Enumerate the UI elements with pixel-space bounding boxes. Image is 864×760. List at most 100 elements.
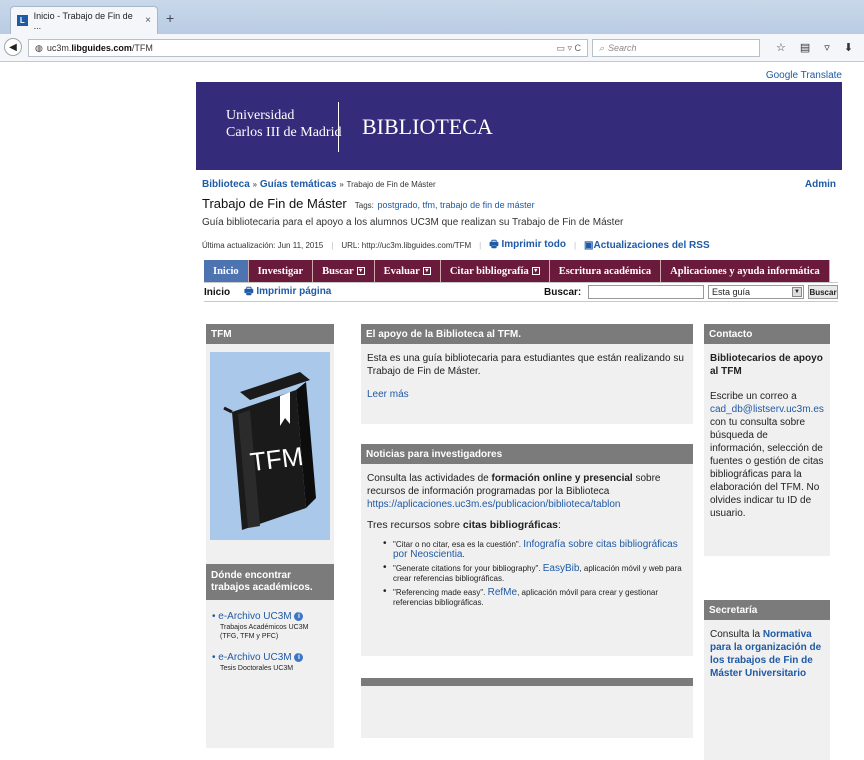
bookmark-star-icon[interactable]: ☆ [776, 41, 786, 54]
center-column: El apoyo de la Biblioteca al TFM. Esta e… [361, 324, 693, 748]
resource-link[interactable]: EasyBib [543, 563, 580, 574]
tablon-link[interactable]: https://aplicaciones.uc3m.es/publicacion… [367, 498, 687, 511]
guide-search-input[interactable] [588, 285, 704, 299]
earchivo-desc: Trabajos Académicos UC3M (TFG, TFM y PFC… [220, 624, 309, 640]
info-icon[interactable]: i [294, 652, 304, 662]
univ-line-2: Carlos III de Madrid [226, 125, 342, 140]
tab-inicio[interactable]: Inicio [204, 260, 249, 282]
univ-line-1: Universidad [226, 108, 295, 123]
tab-investigar[interactable]: Investigar [249, 260, 314, 282]
reading-list-icon[interactable]: ▤ [800, 41, 810, 54]
search-placeholder: Search [608, 43, 637, 53]
tags-links[interactable]: postgrado, tfm, trabajo de fin de máster [378, 200, 535, 210]
url-path: /TFM [131, 43, 153, 53]
resources-list: "Citar o no citar, esa es la cuestión". … [383, 539, 683, 608]
list-item: "Citar o no citar, esa es la cuestión". … [383, 539, 683, 560]
resource-text: "Generate citations for your bibliograph… [393, 564, 543, 573]
search-icon: ⌕ [599, 42, 605, 53]
tab-label: Buscar [322, 265, 354, 277]
contacto-box: Contacto Bibliotecarios de apoyo al TFM … [704, 324, 830, 556]
tab-buscar[interactable]: Buscar ▾ [313, 260, 375, 282]
list-item: • e-Archivo UC3M i Tesis Doctorales UC3M [212, 651, 328, 673]
apoyo-text: Esta es una guía bibliotecaria para estu… [367, 353, 684, 377]
chevron-down-icon: ▼ [792, 287, 802, 297]
apoyo-body: Esta es una guía bibliotecaria para estu… [361, 344, 693, 409]
dropdown-icon[interactable]: ▾ [422, 267, 431, 275]
breadcrumb: Biblioteca » Guías temáticas » Trabajo d… [202, 179, 436, 190]
print-all-label: Imprimir todo [501, 239, 566, 250]
tab-label: Citar bibliografía [449, 265, 529, 277]
contacto-header: Contacto [704, 324, 830, 344]
next-box [361, 678, 693, 738]
breadcrumb-sep: » [252, 180, 258, 189]
email-link[interactable]: cad_db@listserv.uc3m.es [710, 403, 824, 416]
breadcrumb-sep: » [339, 180, 344, 189]
guide-description: Guía bibliotecaria para el apoyo a los a… [202, 217, 624, 228]
url-tools[interactable]: ▭ ▿ C [556, 43, 581, 54]
download-icon[interactable]: ⬇ [844, 41, 853, 54]
university-name: Universidad Carlos III de Madrid [226, 107, 341, 141]
resource-text: "Citar o no citar, esa es la cuestión". [393, 540, 524, 549]
tab-aplicaciones[interactable]: Aplicaciones y ayuda informática [661, 260, 830, 282]
browser-tab[interactable]: L Inicio - Trabajo de Fin de ... × [10, 6, 158, 34]
apoyo-header: El apoyo de la Biblioteca al TFM. [361, 324, 693, 344]
print-page-link[interactable]: 🖶 Imprimir página [244, 284, 331, 301]
banner-title: BIBLIOTECA [362, 114, 493, 139]
print-all-link[interactable]: 🖶 Imprimir todo [489, 237, 566, 254]
contact-title: Bibliotecarios de apoyo al TFM [710, 353, 823, 377]
dropdown-icon[interactable]: ▾ [356, 267, 365, 275]
search-scope-select[interactable]: Esta guía ▼ [708, 285, 804, 299]
tab-label: Investigar [257, 265, 304, 277]
google-translate-link[interactable]: Google Translate [766, 70, 842, 81]
rss-link[interactable]: ▣Actualizaciones del RSS [584, 240, 710, 251]
tab-label: Inicio [213, 265, 239, 277]
book-label: TFM [248, 440, 305, 478]
resource-text: . [462, 550, 465, 559]
tres-bold: citas bibliográficas [462, 519, 559, 531]
list-item: "Referencing made easy". RefMe, aplicaci… [383, 587, 683, 608]
earchivo-label: e-Archivo UC3M [218, 611, 292, 622]
earchivo-link[interactable]: • e-Archivo UC3M [212, 611, 292, 622]
info-icon[interactable]: i [294, 611, 304, 621]
news-text: Consulta las actividades de formación on… [367, 472, 687, 498]
scope-value: Esta guía [712, 287, 751, 297]
url-prefix: uc3m. [46, 43, 72, 53]
tab-close-icon[interactable]: × [145, 15, 151, 26]
breadcrumb-biblioteca[interactable]: Biblioteca [202, 179, 250, 190]
tab-evaluar[interactable]: Evaluar ▾ [375, 260, 441, 282]
search-label: Buscar: [544, 286, 582, 298]
resource-link[interactable]: RefMe [488, 587, 517, 598]
search-button[interactable]: Buscar [808, 285, 838, 299]
guide-url: URL: http://uc3m.libguides.com/TFM [341, 241, 472, 250]
pocket-icon[interactable]: ▿ [824, 41, 830, 54]
contact-pre: Escribe un correo a [710, 391, 797, 402]
subbar-home: Inicio [204, 286, 231, 298]
tab-label: Escritura académica [558, 265, 652, 277]
earchivo-link[interactable]: • e-Archivo UC3M [212, 652, 292, 663]
left-column: TFM TFM Dónde encontrar trabajos académi… [206, 324, 334, 748]
back-button[interactable]: ◀ [4, 38, 22, 56]
breadcrumb-guias[interactable]: Guías temáticas [260, 179, 337, 190]
admin-link[interactable]: Admin [805, 179, 836, 190]
rss-label: Actualizaciones del RSS [593, 240, 710, 251]
url-bar[interactable]: ◍ uc3m.libguides.com/TFM ▭ ▿ C [28, 39, 588, 57]
guide-title-row: Trabajo de Fin de Máster Tags: postgrado,… [202, 196, 535, 211]
printer-icon: 🖶 [489, 239, 499, 250]
new-tab-button[interactable]: + [166, 10, 174, 26]
browser-search-input[interactable]: ⌕ Search [592, 39, 760, 57]
tres-post: : [558, 519, 561, 531]
tab-escritura[interactable]: Escritura académica [550, 260, 662, 282]
tab-citar[interactable]: Citar bibliografía ▾ [441, 260, 550, 282]
page-subbar: Inicio 🖶 Imprimir página Buscar: Esta gu… [204, 282, 838, 302]
leer-mas-link[interactable]: Leer más [367, 388, 687, 401]
meta-divider: | [479, 241, 482, 250]
library-banner[interactable]: Universidad Carlos III de Madrid BIBLIOT… [196, 82, 842, 170]
tags-label: Tags: [354, 201, 374, 210]
tres-pre: Tres recursos sobre [367, 519, 463, 531]
libguides-favicon-icon: L [17, 15, 28, 26]
dropdown-icon[interactable]: ▾ [531, 267, 540, 275]
right-column: Contacto Bibliotecarios de apoyo al TFM … [704, 324, 830, 760]
news-bold: formación online y presencial [491, 473, 633, 484]
noticias-box: Noticias para investigadores Consulta la… [361, 444, 693, 656]
meta-divider: | [331, 241, 334, 250]
